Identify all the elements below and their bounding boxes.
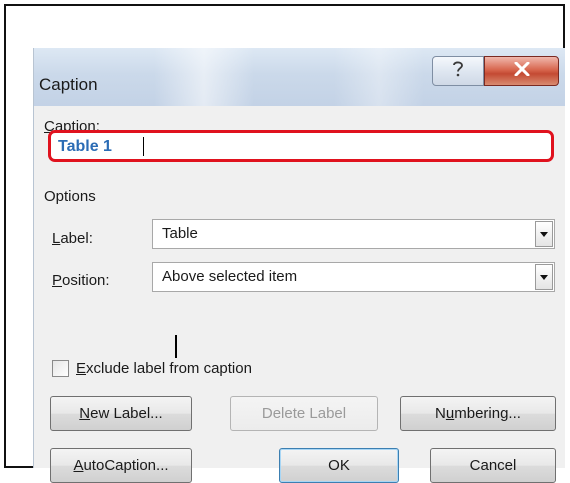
chevron-down-icon[interactable]: [535, 221, 553, 247]
caption-dialog: Caption Caption: Options Label: Table: [33, 48, 565, 483]
title-bar-glare: [154, 48, 254, 106]
caption-input[interactable]: [51, 133, 551, 159]
exclude-label-text: Exclude label from caption: [76, 360, 252, 377]
chevron-down-icon[interactable]: [535, 264, 553, 290]
options-heading: Options: [44, 188, 96, 205]
position-dropdown-value: Above selected item: [162, 268, 298, 285]
delete-label-button[interactable]: Delete Label: [230, 396, 378, 431]
title-bar-glare-2: [334, 48, 424, 106]
label-dropdown-value: Table: [162, 225, 198, 242]
numbering-button[interactable]: Nu mbering...: [400, 396, 556, 431]
dialog-title: Caption: [39, 75, 98, 94]
position-field-label: Position:: [52, 272, 110, 289]
label-dropdown[interactable]: Table: [152, 219, 555, 249]
cancel-button[interactable]: Cancel: [430, 448, 556, 483]
title-bar[interactable]: Caption: [34, 48, 565, 106]
close-x-icon: [514, 61, 530, 81]
exclude-label-checkbox[interactable]: [52, 360, 69, 377]
annotation-marker: [175, 335, 177, 358]
help-button[interactable]: [432, 56, 484, 86]
ok-button[interactable]: OK: [279, 448, 399, 483]
label-field-label: Label:: [52, 230, 93, 247]
text-caret: [143, 137, 144, 156]
question-mark-icon: [451, 60, 465, 83]
position-dropdown[interactable]: Above selected item: [152, 262, 555, 292]
autocaption-button[interactable]: AutoCaption...: [50, 448, 192, 483]
new-label-button[interactable]: New Label...: [50, 396, 192, 431]
caption-highlight: [48, 130, 554, 162]
close-button[interactable]: [484, 56, 559, 86]
